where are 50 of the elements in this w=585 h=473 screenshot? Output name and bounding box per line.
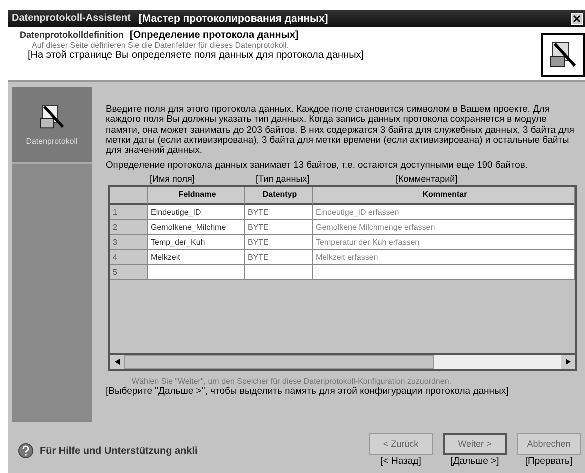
help-link[interactable]: Für Hilfe und Unterstützung ankli (40, 446, 198, 456)
row-number: 1 (110, 205, 148, 220)
page-title-translation: [Определение протокола данных] (130, 30, 299, 41)
description-paragraph: Определение протокола данных занимает 13 байтов, т.е. остаются доступными еще 190 байтов. (106, 160, 529, 170)
horizontal-scrollbar[interactable] (110, 353, 575, 370)
table-cell[interactable]: Temperatur der Kuh erfassen (313, 235, 575, 250)
table-cell[interactable]: BYTE (245, 205, 313, 220)
scroll-right-icon[interactable] (566, 359, 570, 366)
help-icon[interactable] (18, 443, 34, 459)
table-cell[interactable]: Gemolkene_Milchme (148, 220, 245, 236)
table-cell[interactable]: Eindeutige_ID erfassen (313, 205, 575, 220)
page-subtitle-translation: [На этой странице Вы определяете поля данных для протокола данных] (27, 50, 364, 61)
wizard-button[interactable]: Weiter > (443, 433, 507, 455)
column-header[interactable]: Kommentar (313, 187, 575, 206)
window-title: Datenprotokoll-Assistent (12, 13, 131, 24)
column-translation: [Тип данных] (256, 174, 310, 184)
row-number: 5 (110, 265, 148, 280)
table-cell[interactable]: Melkzeit (148, 250, 245, 266)
column-header[interactable]: Feldname (148, 187, 245, 206)
table-cell[interactable]: Eindeutige_ID (148, 205, 245, 220)
close-button[interactable] (571, 12, 583, 24)
table-cell[interactable]: Gemolkene Milchmenge erfassen (313, 220, 575, 236)
page-subtitle: Auf dieser Seite definieren Sie die Datenfelder für dieses Datenprotokoll. (31, 41, 290, 50)
table-cell[interactable]: Melkzeit erfassen (313, 250, 575, 266)
row-number: 2 (110, 220, 148, 236)
button-translation: [Дальше >] (450, 456, 500, 467)
page-title: Datenprotokolldefinition (20, 30, 124, 41)
button-translation: [Прервать] (525, 456, 573, 467)
column-translation: [Комментарий] (396, 174, 458, 184)
table-cell[interactable]: BYTE (245, 250, 313, 266)
table-cell[interactable]: BYTE (245, 220, 313, 236)
document-pencil-icon (39, 103, 65, 131)
column-header[interactable]: Datentyp (245, 187, 313, 206)
window-title-translation: [Мастер протоколирования данных] (138, 12, 328, 24)
document-pencil-icon (549, 40, 577, 70)
scrollbar-thumb[interactable] (124, 355, 434, 370)
wizard-button[interactable]: Abbrechen (517, 433, 581, 455)
sidebar-item[interactable]: Datenprotokoll (12, 87, 92, 164)
hint-translation: [Выберите "Дальше >", чтобы выделить память для этой конфигурации протокола данных] (106, 386, 510, 398)
row-number: 3 (110, 235, 148, 250)
table-cell[interactable]: Temp_der_Kuh (148, 235, 245, 250)
hint-text: Wählen Sie "Weiter", um den Speicher für diese Datenprotokoll-Konfiguration zuzuordnen. (132, 377, 452, 386)
scroll-left-icon[interactable] (114, 359, 120, 366)
button-translation: [< Назад] (380, 456, 422, 467)
close-icon (573, 14, 581, 22)
row-number: 4 (110, 250, 148, 266)
wizard-button[interactable]: < Zurück (369, 433, 433, 455)
table-cell[interactable]: BYTE (245, 235, 313, 250)
description-paragraph: Введите поля для этого протокола данных. Каждое поле становится символом в Вашем проекте. Для каждого поля Вы должны указать тип данных. Когда запись данных протокола сохраняется в модуле памяти, она может занимать до 203 байтов. В них содержатся 3 байта для служебных данных, 3 байта для метки даты (если активизирована), 3 байта для метки времени (если активизирована) и остальные байты для значений данных. (106, 104, 576, 156)
column-translation: [Имя поля] (150, 174, 195, 184)
